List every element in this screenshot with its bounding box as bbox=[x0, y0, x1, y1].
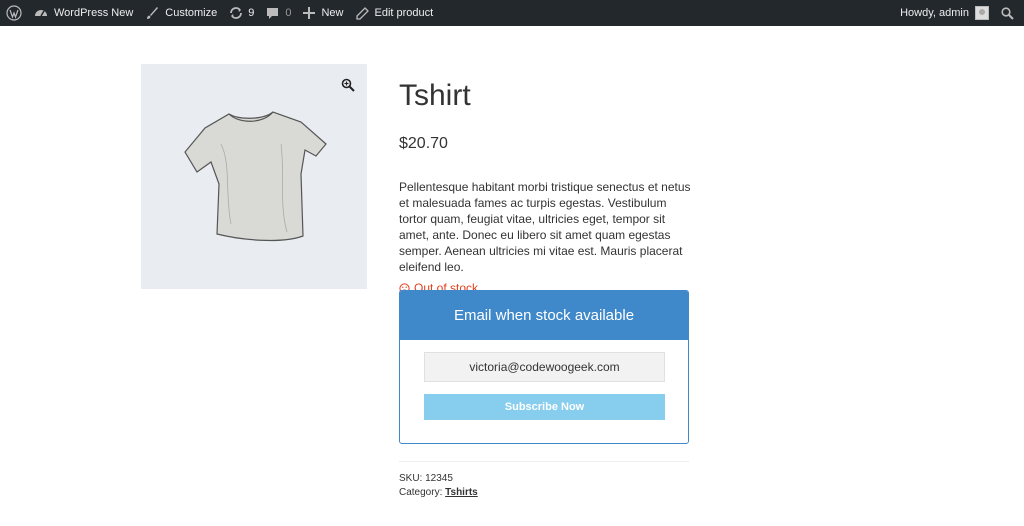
comments-count: 0 bbox=[285, 7, 292, 19]
email-field[interactable] bbox=[424, 352, 665, 382]
wordpress-icon bbox=[6, 5, 22, 21]
product-price: $20.70 bbox=[399, 135, 448, 152]
divider bbox=[399, 461, 689, 462]
sku-label: SKU: bbox=[399, 473, 423, 484]
site-name-label: WordPress New bbox=[54, 7, 134, 19]
product-description: Pellentesque habitant morbi tristique se… bbox=[399, 180, 691, 274]
search-icon bbox=[1001, 6, 1014, 20]
sku-value: 12345 bbox=[425, 473, 453, 484]
product-summary: Tshirt $20.70 Pellentesque habitant morb… bbox=[399, 64, 691, 295]
customize-label: Customize bbox=[165, 7, 218, 19]
customize-link[interactable]: Customize bbox=[139, 0, 223, 26]
category-label: Category: bbox=[399, 487, 443, 498]
search-toggle[interactable] bbox=[995, 0, 1024, 26]
product-meta: SKU: 12345 Category: Tshirts bbox=[399, 472, 478, 500]
site-name-menu[interactable]: WordPress New bbox=[28, 0, 139, 26]
plus-icon bbox=[303, 7, 316, 19]
comments-link[interactable]: 0 bbox=[260, 0, 297, 26]
category-row: Category: Tshirts bbox=[399, 486, 478, 500]
zoom-icon[interactable] bbox=[341, 78, 355, 92]
category-link[interactable]: Tshirts bbox=[445, 487, 478, 498]
howdy-label: Howdy, admin bbox=[900, 7, 969, 19]
updates-count: 9 bbox=[248, 7, 255, 19]
account-menu[interactable]: Howdy, admin bbox=[894, 0, 995, 26]
admin-bar: WordPress New Customize 9 0 New Edit pro… bbox=[0, 0, 1024, 26]
brush-icon bbox=[147, 7, 159, 19]
edit-product-label: Edit product bbox=[374, 7, 434, 19]
comment-bubble-icon bbox=[267, 7, 279, 19]
edit-product-link[interactable]: Edit product bbox=[350, 0, 440, 26]
product-image-gallery[interactable] bbox=[141, 64, 367, 289]
new-content-menu[interactable]: New bbox=[297, 0, 349, 26]
updates-icon bbox=[230, 7, 243, 19]
dashboard-icon bbox=[35, 10, 47, 17]
product-title: Tshirt bbox=[399, 79, 471, 112]
sku-row: SKU: 12345 bbox=[399, 472, 478, 486]
wordpress-logo-menu[interactable] bbox=[0, 0, 28, 26]
tshirt-image bbox=[184, 111, 327, 242]
stock-notification-form: Email when stock available Subscribe Now bbox=[399, 290, 689, 444]
avatar bbox=[975, 6, 989, 20]
subscribe-button[interactable]: Subscribe Now bbox=[424, 394, 665, 420]
pencil-icon bbox=[355, 6, 369, 20]
notification-heading: Email when stock available bbox=[400, 291, 688, 340]
updates-link[interactable]: 9 bbox=[223, 0, 260, 26]
new-label: New bbox=[321, 7, 344, 19]
